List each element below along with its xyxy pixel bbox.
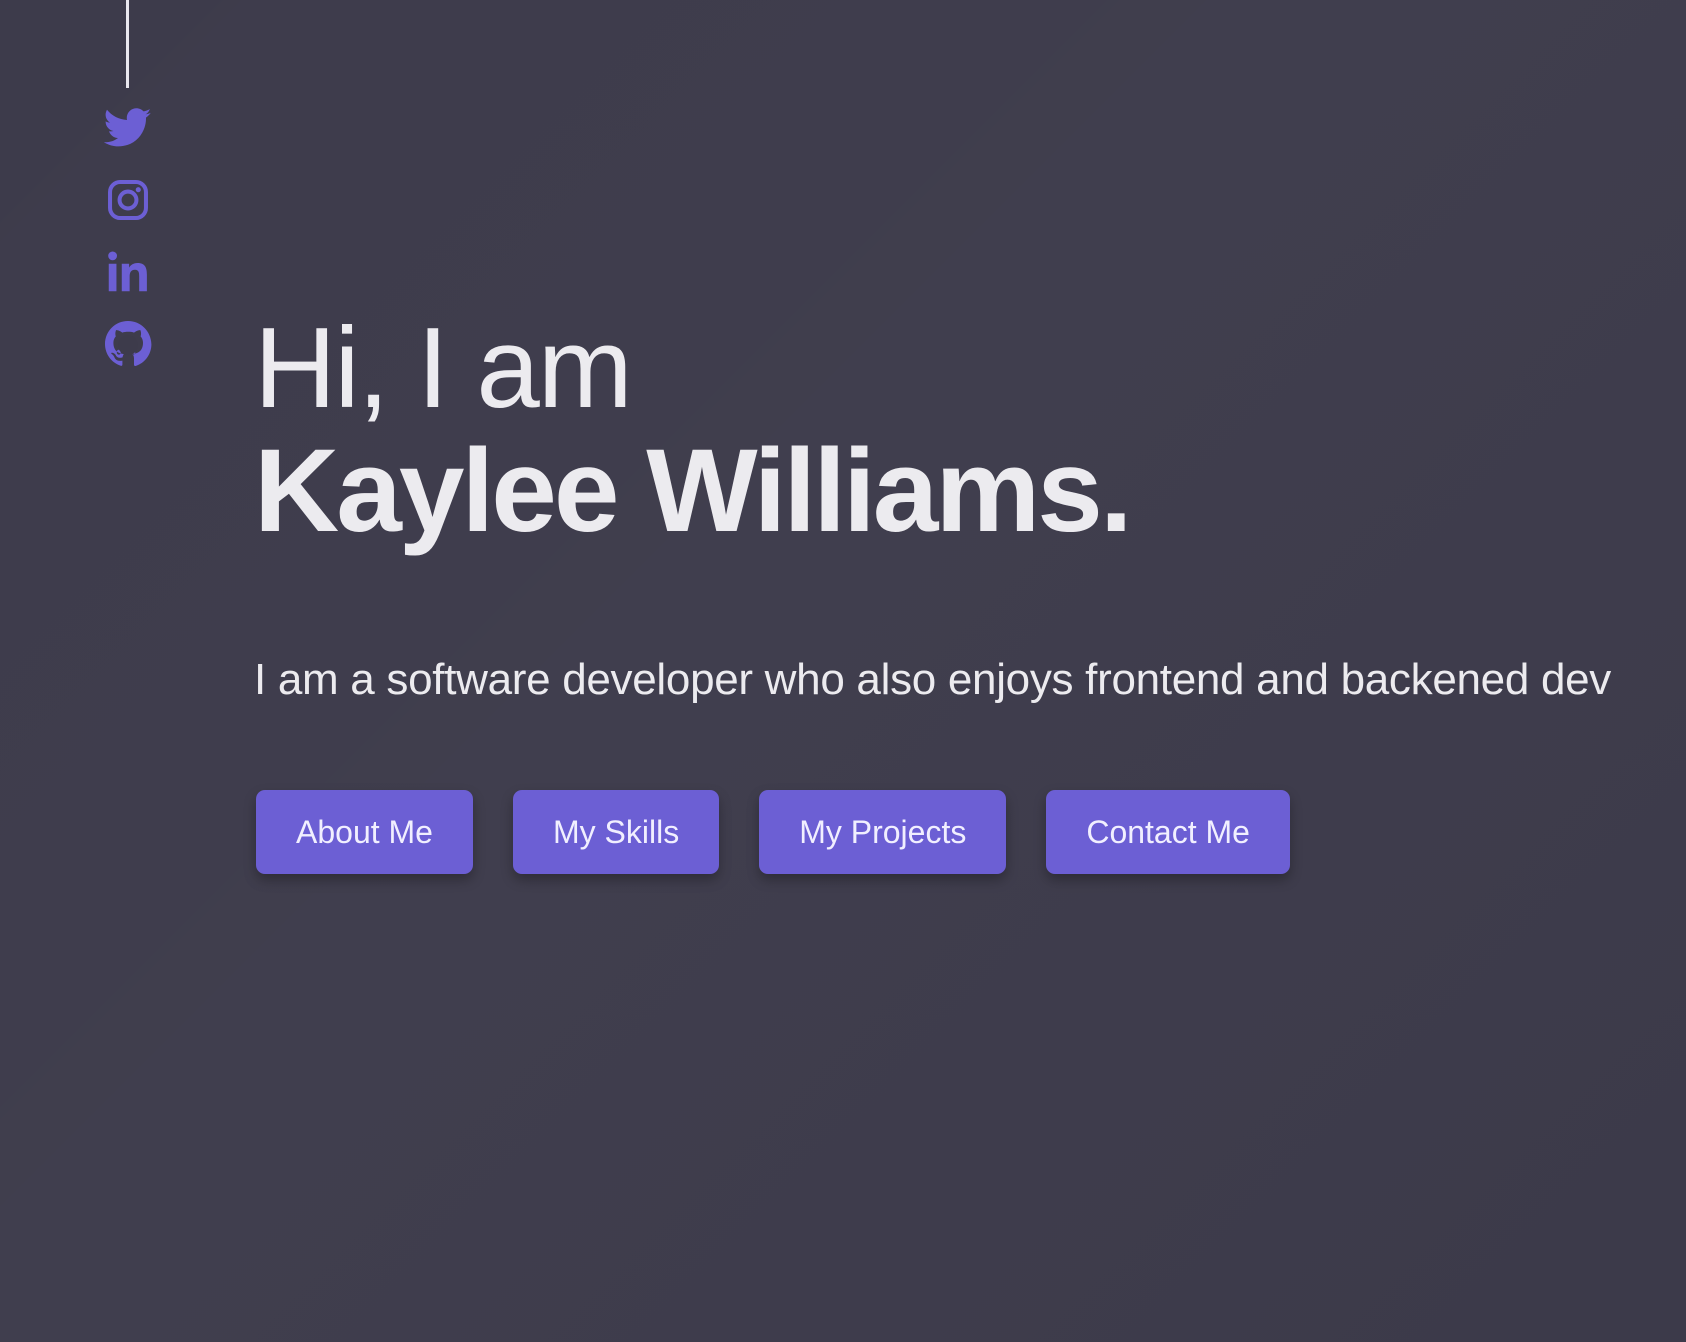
- github-icon[interactable]: [104, 320, 152, 368]
- greeting-heading: Hi, I am: [254, 305, 633, 432]
- my-projects-button[interactable]: My Projects: [759, 790, 1007, 874]
- linkedin-icon[interactable]: [104, 248, 152, 296]
- my-skills-button[interactable]: My Skills: [512, 790, 720, 874]
- name-heading: Kaylee Williams.: [254, 425, 1133, 557]
- twitter-icon[interactable]: [104, 104, 152, 152]
- instagram-icon[interactable]: [104, 176, 152, 224]
- about-me-button[interactable]: About Me: [256, 790, 473, 874]
- hero-heading: Hi, I am Kaylee Williams.: [254, 305, 1686, 557]
- contact-me-button[interactable]: Contact Me: [1046, 790, 1290, 874]
- nav-button-row: About Me My Skills My Projects Contact M…: [256, 790, 1290, 874]
- tagline-text: I am a software developer who also enjoy…: [254, 655, 1611, 704]
- rail-line-divider: [126, 0, 129, 88]
